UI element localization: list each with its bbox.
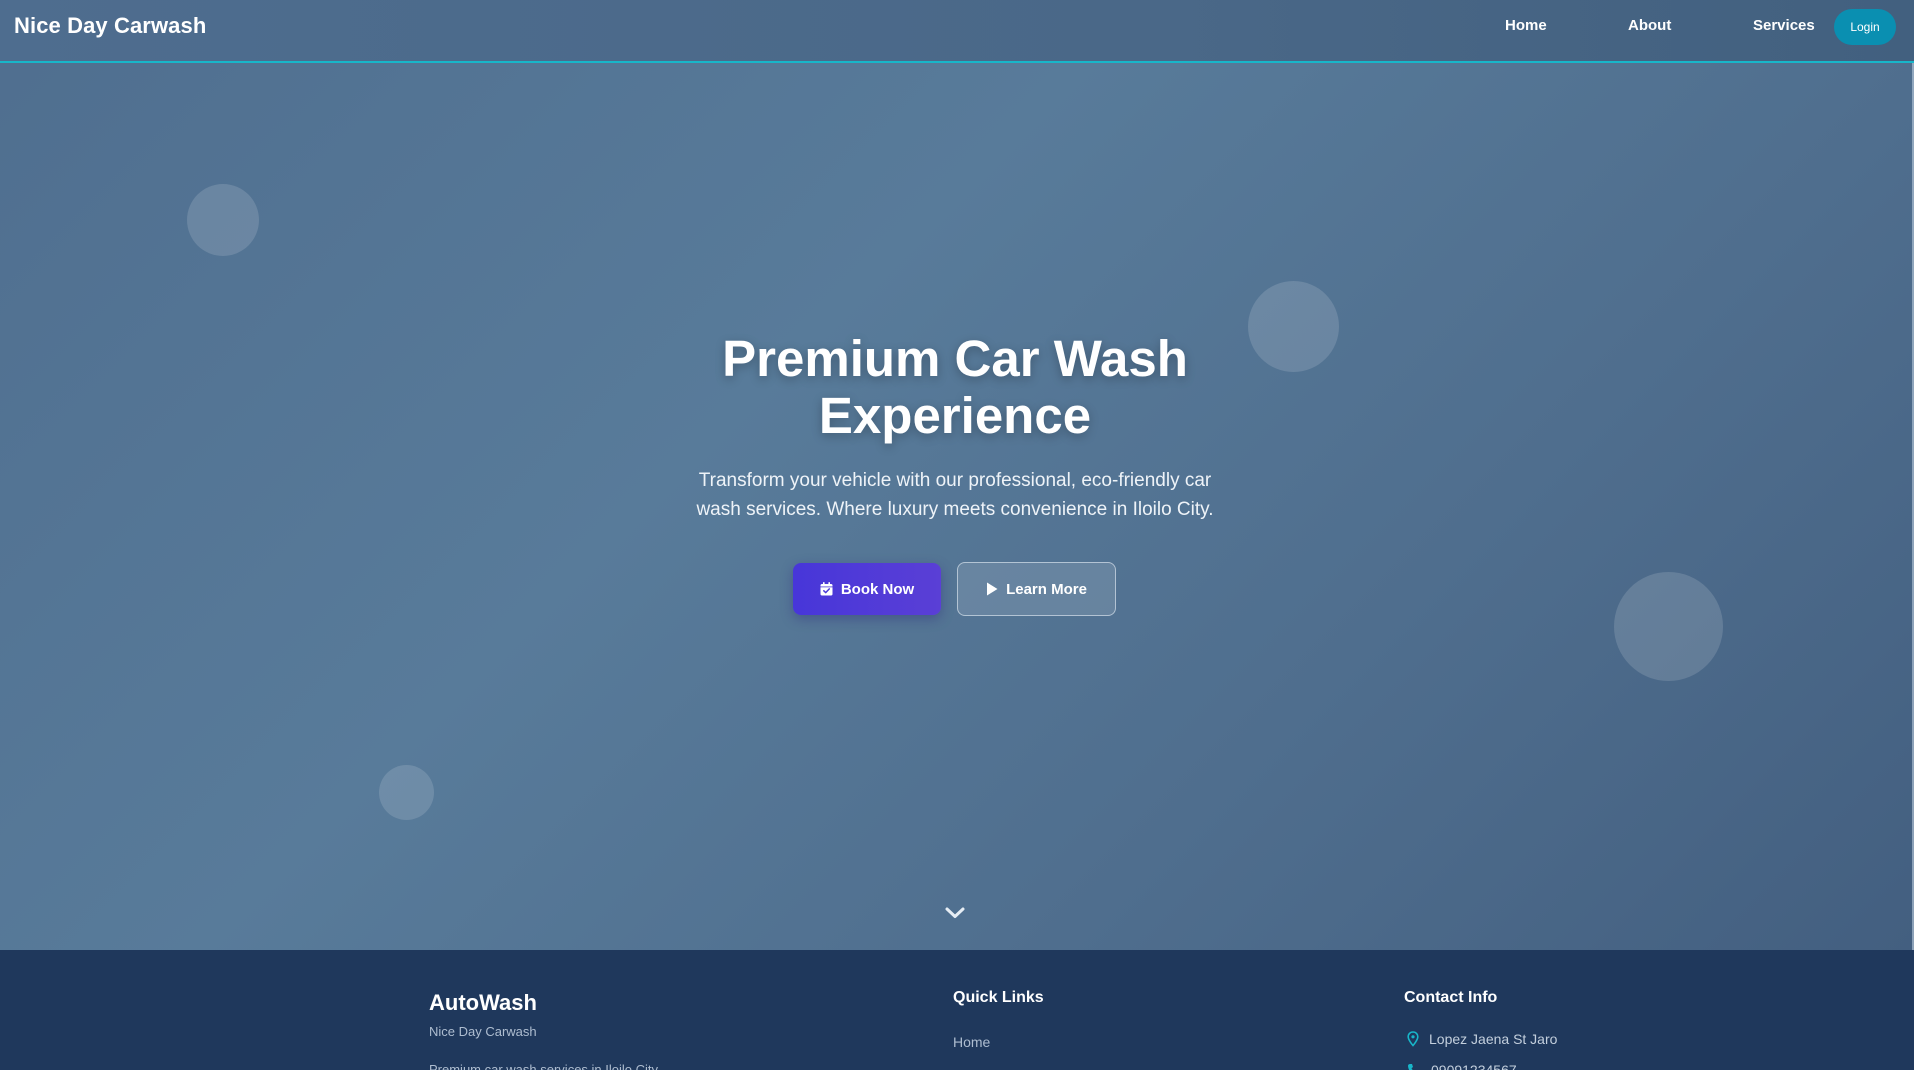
login-button[interactable]: Login (1834, 9, 1896, 45)
footer-description: Premium car wash services in Iloilo City (429, 1062, 659, 1070)
decorative-bubble (1614, 572, 1723, 681)
quick-links-heading: Quick Links (953, 989, 1044, 1006)
hero-section: Premium Car Wash Experience Transform yo… (0, 0, 1914, 950)
nav-link-about[interactable]: About (1628, 17, 1671, 34)
book-now-label: Book Now (840, 580, 915, 598)
contact-phone-text: 09091234567 (1431, 1062, 1517, 1070)
hero-title: Premium Car Wash Experience (722, 330, 1188, 444)
contact-info-heading: Contact Info (1404, 989, 1498, 1006)
phone-icon (1407, 1063, 1421, 1070)
decorative-bubble (1248, 281, 1339, 372)
map-pin-icon (1407, 1031, 1419, 1047)
decorative-bubble (379, 765, 434, 820)
hero-subtitle: Transform your vehicle with our professi… (696, 470, 1214, 520)
brand-logo-text[interactable]: Nice Day Carwash (14, 13, 206, 39)
calendar-check-icon (820, 582, 833, 596)
footer-tagline: Nice Day Carwash (429, 1024, 537, 1039)
learn-more-label: Learn More (1006, 580, 1087, 598)
nav-link-services[interactable]: Services (1753, 17, 1815, 34)
book-now-button[interactable]: Book Now (793, 563, 941, 615)
top-navigation-bar: Nice Day Carwash Home About Services Log… (0, 0, 1914, 63)
footer-link-home[interactable]: Home (953, 1034, 990, 1050)
play-icon (986, 582, 998, 596)
nav-link-home[interactable]: Home (1505, 17, 1547, 34)
contact-phone: 09091234567 (1407, 1062, 1517, 1070)
site-footer (0, 950, 1914, 1070)
learn-more-button[interactable]: Learn More (957, 562, 1116, 616)
decorative-bubble (187, 184, 259, 256)
footer-brand: AutoWash (429, 990, 537, 1015)
contact-address: Lopez Jaena St Jaro (1407, 1031, 1557, 1047)
page: Premium Car Wash Experience Transform yo… (0, 0, 1914, 1070)
contact-address-text: Lopez Jaena St Jaro (1429, 1031, 1558, 1047)
chevron-down-icon[interactable] (943, 904, 967, 922)
